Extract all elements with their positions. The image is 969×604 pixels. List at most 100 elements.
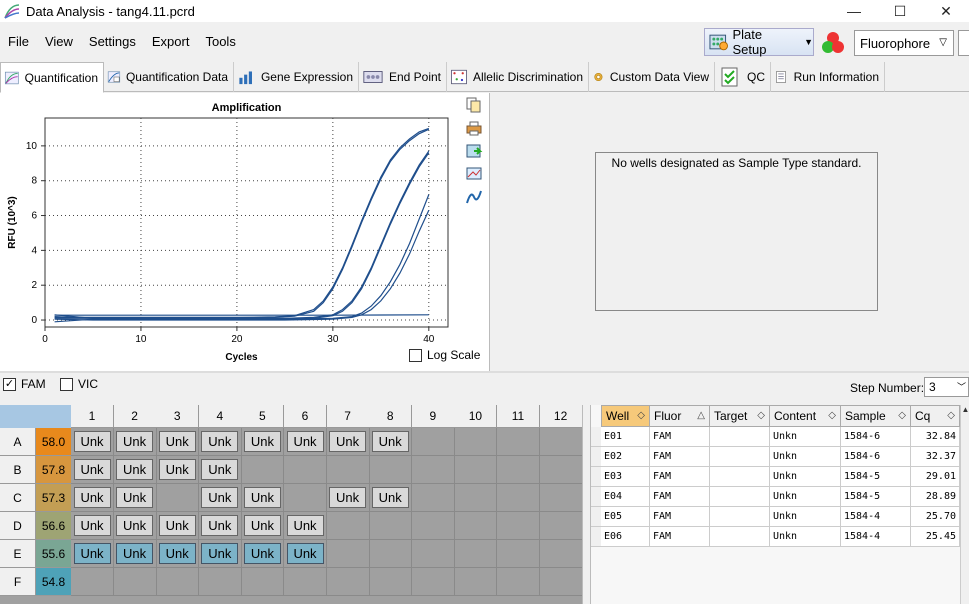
vic-filter[interactable]: VIC xyxy=(60,377,98,391)
well-c7[interactable]: Unk xyxy=(326,484,370,512)
well-b8[interactable] xyxy=(369,456,413,484)
well-b6[interactable] xyxy=(284,456,327,484)
column-header-4[interactable]: 4 xyxy=(198,405,242,428)
scroll-up-icon[interactable]: ▲ xyxy=(961,405,969,419)
tab-qc[interactable]: QC xyxy=(715,62,771,92)
row-header-b[interactable]: B xyxy=(0,456,36,484)
well-a1[interactable]: Unk xyxy=(71,428,114,456)
row-selector[interactable] xyxy=(591,527,601,547)
step-number-select[interactable]: 3 ﹀ xyxy=(924,377,969,397)
fam-checkbox[interactable]: ✓ xyxy=(3,377,16,391)
column-header-1[interactable]: 1 xyxy=(71,405,114,428)
table-row[interactable]: E01 FAM Unkn 1584-6 32.84 xyxy=(601,427,960,447)
well-b2[interactable]: Unk xyxy=(113,456,157,484)
well-b11[interactable] xyxy=(497,456,540,484)
row-selector[interactable] xyxy=(591,487,601,507)
well-a11[interactable] xyxy=(497,428,540,456)
horizontal-splitter[interactable] xyxy=(0,371,969,373)
column-header-10[interactable]: 10 xyxy=(454,405,498,428)
log-scale-toggle[interactable]: Log Scale xyxy=(409,348,480,362)
well-b5[interactable] xyxy=(241,456,285,484)
fam-filter[interactable]: ✓ FAM xyxy=(3,377,46,391)
print-icon[interactable] xyxy=(465,119,483,137)
well-a10[interactable] xyxy=(454,428,498,456)
log-scale-checkbox[interactable] xyxy=(409,348,422,362)
well-f10[interactable] xyxy=(454,568,498,596)
well-c12[interactable] xyxy=(539,484,582,512)
row-header-a[interactable]: A xyxy=(0,428,36,456)
well-d7[interactable] xyxy=(326,512,370,540)
well-a2[interactable]: Unk xyxy=(113,428,157,456)
well-e10[interactable] xyxy=(454,540,498,568)
well-b12[interactable] xyxy=(539,456,582,484)
sort-icon[interactable]: ◇ xyxy=(828,410,836,421)
column-header-6[interactable]: 6 xyxy=(284,405,327,428)
well-a4[interactable]: Unk xyxy=(198,428,242,456)
well-d12[interactable] xyxy=(539,512,582,540)
well-c9[interactable] xyxy=(411,484,455,512)
well-d11[interactable] xyxy=(497,512,540,540)
sort-icon[interactable]: ◇ xyxy=(898,410,906,421)
well-c10[interactable] xyxy=(454,484,498,512)
well-d8[interactable] xyxy=(369,512,413,540)
well-b3[interactable]: Unk xyxy=(156,456,200,484)
well-c5[interactable]: Unk xyxy=(241,484,285,512)
row-header-e[interactable]: E xyxy=(0,540,36,568)
column-header-2[interactable]: 2 xyxy=(113,405,157,428)
well-d3[interactable]: Unk xyxy=(156,512,200,540)
table-row[interactable]: E02 FAM Unkn 1584-6 32.37 xyxy=(601,447,960,467)
well-f1[interactable] xyxy=(71,568,114,596)
well-e1[interactable]: Unk xyxy=(71,540,114,568)
well-d4[interactable]: Unk xyxy=(198,512,242,540)
tab-end-point[interactable]: End Point xyxy=(359,62,447,92)
tab-custom-data-view[interactable]: Custom Data View xyxy=(589,62,715,92)
well-a5[interactable]: Unk xyxy=(241,428,285,456)
column-header-12[interactable]: 12 xyxy=(539,405,582,428)
menu-view[interactable]: View xyxy=(37,34,81,49)
well-e8[interactable] xyxy=(369,540,413,568)
well-b1[interactable]: Unk xyxy=(71,456,114,484)
table-row[interactable]: E06 FAM Unkn 1584-4 25.45 xyxy=(601,527,960,547)
sort-icon[interactable]: ◇ xyxy=(637,410,645,421)
well-c2[interactable]: Unk xyxy=(113,484,157,512)
zoom-chart-icon[interactable] xyxy=(465,165,483,183)
plate-setup-button[interactable]: Plate Setup ▼ xyxy=(704,27,814,57)
column-header-fluor[interactable]: Fluor △ xyxy=(650,405,710,427)
row-selector[interactable] xyxy=(591,427,601,447)
well-e7[interactable] xyxy=(326,540,370,568)
well-c3[interactable] xyxy=(156,484,200,512)
menu-tools[interactable]: Tools xyxy=(197,34,243,49)
column-header-content[interactable]: Content ◇ xyxy=(770,405,841,427)
sort-icon[interactable]: ◇ xyxy=(757,410,765,421)
well-f6[interactable] xyxy=(284,568,327,596)
fluorophore-select[interactable]: Fluorophore ▽ xyxy=(854,30,954,56)
column-header-11[interactable]: 11 xyxy=(497,405,540,428)
sort-icon[interactable]: ◇ xyxy=(947,410,955,421)
well-f2[interactable] xyxy=(113,568,157,596)
column-header-target[interactable]: Target ◇ xyxy=(710,405,770,427)
well-c4[interactable]: Unk xyxy=(198,484,242,512)
tab-run-information[interactable]: Run Information xyxy=(771,62,885,92)
menu-file[interactable]: File xyxy=(0,34,37,49)
vic-checkbox[interactable] xyxy=(60,377,73,391)
sort-icon[interactable]: △ xyxy=(697,410,705,421)
well-a6[interactable]: Unk xyxy=(284,428,327,456)
tab-quantification-data[interactable]: Quantification Data xyxy=(104,62,234,92)
well-e5[interactable]: Unk xyxy=(241,540,285,568)
well-f5[interactable] xyxy=(241,568,285,596)
well-e6[interactable]: Unk xyxy=(284,540,327,568)
column-header-7[interactable]: 7 xyxy=(326,405,370,428)
well-f4[interactable] xyxy=(198,568,242,596)
maximize-button[interactable]: ☐ xyxy=(877,0,923,22)
table-scrollbar[interactable]: ▲ xyxy=(960,405,969,604)
toolbar-overflow[interactable] xyxy=(958,30,969,56)
well-a7[interactable]: Unk xyxy=(326,428,370,456)
menu-export[interactable]: Export xyxy=(144,34,198,49)
row-selector[interactable] xyxy=(591,447,601,467)
well-e3[interactable]: Unk xyxy=(156,540,200,568)
well-f12[interactable] xyxy=(539,568,582,596)
well-b7[interactable] xyxy=(326,456,370,484)
well-a3[interactable]: Unk xyxy=(156,428,200,456)
table-row[interactable]: E04 FAM Unkn 1584-5 28.89 xyxy=(601,487,960,507)
amplification-chart[interactable]: 0 10 20 30 40 0 2 4 6 8 10 Amplification Cycles RFU (… xyxy=(0,93,460,371)
